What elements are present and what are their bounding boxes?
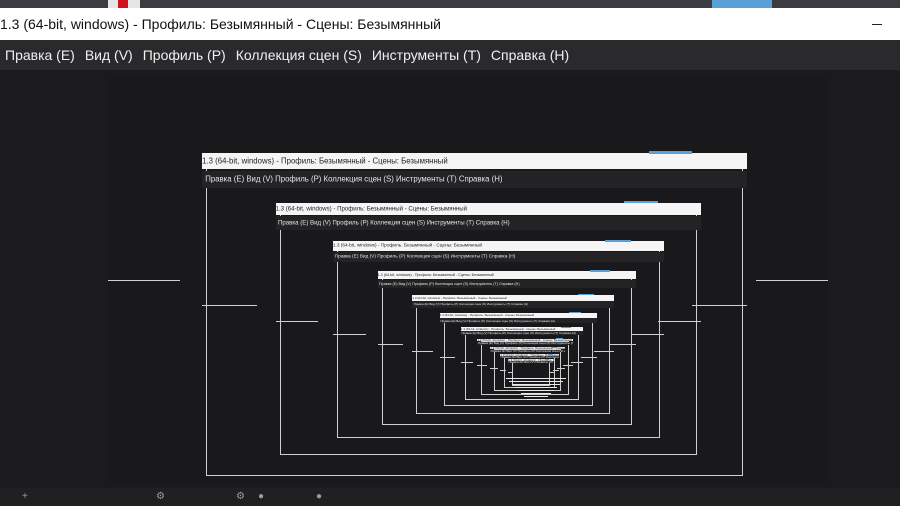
guide-line: [593, 351, 615, 353]
guide-line: [581, 357, 597, 359]
tunnel-stripe: [521, 393, 551, 394]
nested-menu-bar: Правка (E) Вид (V) Профиль (P) Коллекция…: [332, 251, 665, 263]
nested-menu-text: Правка (E) Вид (V) Профиль (P) Коллекция…: [490, 349, 565, 352]
gear-icon[interactable]: ⚙: [156, 492, 166, 502]
menu-item-scene-collection[interactable]: Коллекция сцен (S): [231, 47, 367, 63]
circle-icon[interactable]: ●: [316, 492, 326, 502]
guide-line: [657, 321, 701, 323]
guide-line: [377, 343, 404, 345]
nested-menu-text: Правка (E) Вид (V) Профиль (P) Коллекция…: [379, 281, 520, 286]
nested-window-title-text: 1.3 (64-bit, windows) - Профиль: Безымян…: [202, 156, 448, 166]
nested-menu-bar: Правка (E) Вид (V) Профиль (P) Коллекция…: [477, 341, 574, 345]
guide-line: [332, 333, 367, 335]
guide-line: [275, 321, 319, 323]
guide-line: [500, 370, 507, 372]
guide-line: [631, 333, 665, 335]
settings-icon[interactable]: ●: [258, 492, 268, 502]
guide-line: [108, 280, 180, 281]
nested-menu-bar: Правка (E) Вид (V) Профиль (P) Коллекция…: [460, 331, 584, 336]
guide-line: [508, 371, 513, 373]
menu-bar: Правка (E) Вид (V) Профиль (P) Коллекция…: [0, 40, 900, 70]
nested-accent: [561, 326, 572, 328]
nested-window-title-text: 1.3 (64-bit, windows) - Профиль: Безымян…: [439, 313, 535, 318]
nested-menu-bar: Правка (E) Вид (V) Профиль (P) Коллекция…: [439, 318, 597, 324]
tunnel-stripe: [524, 396, 548, 397]
nested-menu-bar: Правка (E) Вид (V) Профиль (P) Коллекция…: [377, 279, 637, 288]
guide-line: [439, 357, 456, 359]
plus-icon[interactable]: +: [22, 492, 32, 502]
nested-frame: [512, 360, 550, 387]
nested-accent: [551, 346, 558, 348]
window-title: 1.3 (64-bit, windows) - Профиль: Безымян…: [0, 16, 441, 32]
nested-menu-text: Правка (E) Вид (V) Профиль (P) Коллекция…: [413, 302, 528, 307]
guide-line: [563, 365, 574, 367]
nested-menu-text: Правка (E) Вид (V) Профиль (P) Коллекция…: [500, 356, 559, 359]
guide-line: [557, 368, 565, 370]
guide-line: [477, 365, 487, 367]
guide-line: [202, 305, 257, 307]
app-logo-icon: [108, 0, 140, 8]
nested-window-title: 1.3 (64-bit, windows) - Профиль: Безымян…: [439, 313, 597, 318]
nested-menu-text: Правка (E) Вид (V) Профиль (P) Коллекция…: [205, 174, 503, 184]
nested-accent: [577, 293, 594, 296]
nested-accent: [624, 200, 658, 204]
gear-icon[interactable]: ⚙: [236, 492, 246, 502]
accent-strip: [712, 0, 772, 8]
guide-line: [460, 361, 474, 363]
guide-line: [412, 351, 433, 353]
menu-item-profile[interactable]: Профиль (P): [138, 47, 231, 63]
nested-accent: [548, 353, 553, 355]
tunnel-stripe: [506, 378, 566, 379]
nested-accent: [568, 312, 582, 314]
nested-menu-text: Правка (E) Вид (V) Профиль (P) Коллекция…: [508, 361, 554, 364]
nested-window-title-text: 1.3 (64-bit, windows) - Профиль: Безымян…: [275, 205, 468, 213]
nested-accent: [555, 338, 564, 340]
menu-item-view[interactable]: Вид (V): [80, 47, 138, 63]
menu-item-help[interactable]: Справка (H): [486, 47, 574, 63]
nested-window-title-text: 1.3 (64-bit, windows) - Профиль: Безымян…: [332, 243, 483, 249]
nested-window-title: 1.3 (64-bit, windows) - Профиль: Безымян…: [332, 241, 665, 251]
nested-menu-bar: Правка (E) Вид (V) Профиль (P) Коллекция…: [490, 349, 565, 352]
nested-menu-text: Правка (E) Вид (V) Профиль (P) Коллекция…: [440, 318, 555, 323]
nested-window-title-text: 1.3 (64-bit, windows) - Профиль: Безымян…: [412, 295, 507, 300]
nested-accent: [589, 270, 611, 272]
nested-menu-bar: Правка (E) Вид (V) Профиль (P) Коллекция…: [508, 361, 554, 364]
nested-window-title-text: 1.3 (64-bit, windows) - Профиль: Безымян…: [377, 273, 494, 278]
preview-canvas[interactable]: 1.3 (64-bit, windows) - Профиль: Безымян…: [108, 78, 828, 484]
minimize-icon: [872, 23, 882, 25]
nested-menu-text: Правка (E) Вид (V) Профиль (P) Коллекция…: [477, 341, 573, 345]
guide-line: [610, 343, 637, 345]
guide-line: [692, 305, 747, 307]
nested-window-title: 1.3 (64-bit, windows) - Профиль: Безымян…: [275, 202, 701, 215]
tunnel-stripe: [509, 381, 563, 382]
nested-menu-bar: Правка (E) Вид (V) Профиль (P) Коллекция…: [412, 301, 615, 308]
guide-line: [552, 370, 559, 372]
top-strip: [0, 0, 900, 8]
controls-bar: + ⚙ ⚙ ● ●: [0, 488, 900, 506]
nested-menu-bar: Правка (E) Вид (V) Профиль (P) Коллекция…: [500, 356, 559, 359]
menu-item-edit[interactable]: Правка (E): [0, 47, 80, 63]
nested-accent: [604, 239, 632, 242]
nested-menu-bar: Правка (E) Вид (V) Профиль (P) Коллекция…: [202, 170, 747, 188]
guide-line: [490, 368, 498, 370]
tunnel-stripe: [518, 390, 554, 391]
nested-accent: [545, 359, 550, 361]
window-title-bar[interactable]: 1.3 (64-bit, windows) - Профиль: Безымян…: [0, 8, 900, 40]
guide-line: [756, 280, 828, 281]
nested-menu-text: Правка (E) Вид (V) Профиль (P) Коллекция…: [461, 331, 576, 336]
menu-item-tools[interactable]: Инструменты (T): [367, 47, 486, 63]
tunnel-stripe: [515, 387, 557, 388]
tunnel-stripe: [527, 399, 545, 400]
guide-line: [549, 371, 554, 373]
guide-line: [571, 361, 584, 363]
nested-menu-text: Правка (E) Вид (V) Профиль (P) Коллекция…: [278, 219, 510, 227]
nested-menu-text: Правка (E) Вид (V) Профиль (P) Коллекция…: [334, 254, 516, 260]
nested-window-title: 1.3 (64-bit, windows) - Профиль: Безымян…: [412, 294, 615, 301]
nested-window-title: 1.3 (64-bit, windows) - Профиль: Безымян…: [202, 153, 747, 169]
nested-window-title: 1.3 (64-bit, windows) - Профиль: Безымян…: [377, 271, 637, 279]
tunnel-stripe: [512, 384, 560, 385]
minimize-button[interactable]: [854, 8, 900, 40]
nested-menu-bar: Правка (E) Вид (V) Профиль (P) Коллекция…: [275, 216, 701, 230]
nested-accent: [648, 151, 693, 155]
